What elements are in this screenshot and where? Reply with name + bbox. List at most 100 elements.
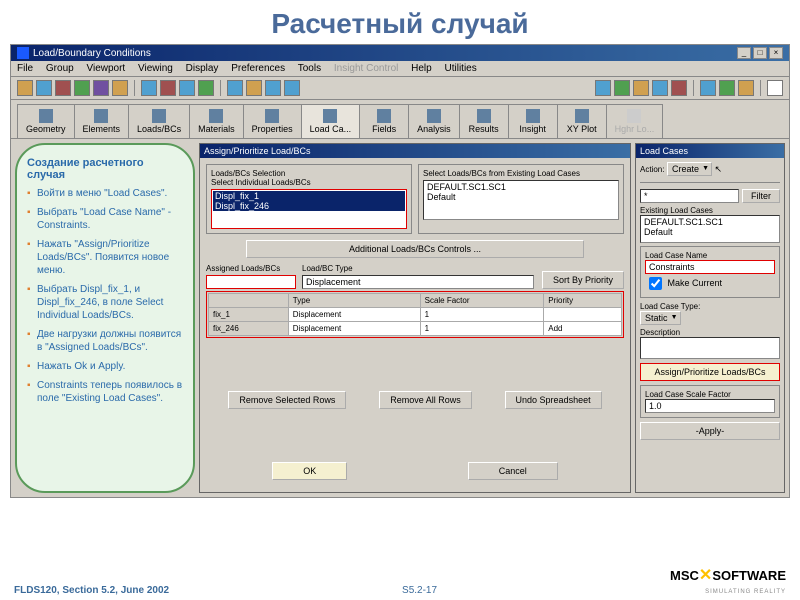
ok-button[interactable]: OK	[272, 462, 347, 480]
menu-tools[interactable]: Tools	[298, 63, 321, 74]
tab-materials[interactable]: Materials	[189, 104, 244, 138]
make-current-checkbox[interactable]: Make Current	[645, 278, 722, 288]
list-item[interactable]: Displ_fix_246	[213, 201, 405, 211]
list-item[interactable]: DEFAULT.SC1.SC1	[425, 182, 617, 192]
toolbar	[11, 77, 789, 100]
existing-list[interactable]: DEFAULT.SC1.SC1 Default	[640, 215, 780, 243]
cursor-icon: ↖	[715, 164, 723, 174]
tool-icon[interactable]	[265, 80, 281, 96]
tool-icon[interactable]	[141, 80, 157, 96]
tab-analysis[interactable]: Analysis	[408, 104, 460, 138]
tool-icon[interactable]	[36, 80, 52, 96]
tool-icon[interactable]	[700, 80, 716, 96]
tool-icon[interactable]	[179, 80, 195, 96]
tab-results[interactable]: Results	[459, 104, 509, 138]
home-icon[interactable]	[767, 80, 783, 96]
undo-button[interactable]: Undo Spreadsheet	[505, 391, 602, 409]
tool-icon[interactable]	[74, 80, 90, 96]
titlebar: Load/Boundary Conditions _ □ ×	[11, 45, 789, 61]
tool-icon[interactable]	[160, 80, 176, 96]
tab-loadsbcs[interactable]: Loads/BCs	[128, 104, 190, 138]
maximize-icon[interactable]: □	[753, 47, 767, 59]
tool-icon[interactable]	[614, 80, 630, 96]
tool-icon[interactable]	[671, 80, 687, 96]
loadcases-panel: Load Cases Action: Create ↖ * Filter Exi…	[635, 143, 785, 493]
remove-selected-button[interactable]: Remove Selected Rows	[228, 391, 346, 409]
filter-input[interactable]: *	[640, 189, 739, 203]
tab-insight[interactable]: Insight	[508, 104, 558, 138]
window-title: Load/Boundary Conditions	[33, 48, 151, 59]
tool-icon[interactable]	[284, 80, 300, 96]
tool-icon[interactable]	[93, 80, 109, 96]
list-item[interactable]: Default	[642, 227, 778, 237]
page-ref: S5.2-17	[169, 585, 670, 596]
close-icon[interactable]: ×	[769, 47, 783, 59]
additional-controls-button[interactable]: Additional Loads/BCs Controls ...	[246, 240, 584, 258]
cancel-button[interactable]: Cancel	[468, 462, 558, 480]
tab-fields[interactable]: Fields	[359, 104, 409, 138]
menu-insight[interactable]: Insight Control	[334, 63, 398, 74]
tool-icon[interactable]	[246, 80, 262, 96]
tool-icon[interactable]	[17, 80, 33, 96]
doc-ref: FLDS120, Section 5.2, June 2002	[14, 585, 169, 596]
select-individual-list[interactable]: Displ_fix_1 Displ_fix_246	[211, 189, 407, 229]
tool-icon[interactable]	[719, 80, 735, 96]
action-select[interactable]: Create	[667, 162, 712, 176]
table-row[interactable]: fix_1 Displacement 1	[209, 308, 622, 322]
description-input[interactable]	[640, 337, 780, 359]
scale-factor-input[interactable]: 1.0	[645, 399, 775, 413]
menu-viewing[interactable]: Viewing	[138, 63, 173, 74]
menu-viewport[interactable]: Viewport	[86, 63, 125, 74]
tool-icon[interactable]	[112, 80, 128, 96]
tool-icon[interactable]	[227, 80, 243, 96]
type-select[interactable]: Static	[640, 311, 681, 325]
tool-icon[interactable]	[55, 80, 71, 96]
menu-help[interactable]: Help	[411, 63, 432, 74]
tool-icon[interactable]	[738, 80, 754, 96]
slide-title: Расчетный случай	[0, 0, 800, 44]
list-item[interactable]: DEFAULT.SC1.SC1	[642, 217, 778, 227]
assigned-list[interactable]	[206, 275, 296, 289]
loadbc-type-field[interactable]: Displacement	[302, 275, 534, 289]
loadcase-name-input[interactable]: Constraints	[645, 260, 775, 274]
minimize-icon[interactable]: _	[737, 47, 751, 59]
existing-label: Existing Load Cases	[640, 206, 780, 215]
select-existing-label: Select Loads/BCs from Existing Load Case…	[423, 169, 619, 178]
assigned-table[interactable]: Type Scale Factor Priority fix_1 Displac…	[208, 293, 622, 336]
tab-loadcases[interactable]: Load Ca...	[301, 104, 361, 138]
callout-step: Нажать "Assign/Prioritize Loads/BCs". По…	[27, 238, 183, 277]
menu-utilities[interactable]: Utilities	[445, 63, 477, 74]
tool-icon[interactable]	[595, 80, 611, 96]
list-item[interactable]: Default	[425, 192, 617, 202]
loadbc-type-label: Load/BC Type	[302, 264, 534, 273]
menu-file[interactable]: File	[17, 63, 33, 74]
logo: MSC✕SOFTWARE SIMULATING REALITY	[670, 565, 786, 596]
workspace: Создание расчетного случая Войти в меню …	[11, 139, 789, 497]
assign-prioritize-button[interactable]: Assign/Prioritize Loads/BCs	[640, 363, 780, 381]
list-item[interactable]: Displ_fix_1	[213, 191, 405, 201]
tab-elements[interactable]: Elements	[74, 104, 130, 138]
table-header: Scale Factor	[420, 294, 544, 308]
select-existing-list[interactable]: DEFAULT.SC1.SC1 Default	[423, 180, 619, 220]
slide-footer: FLDS120, Section 5.2, June 2002 S5.2-17 …	[0, 565, 800, 596]
table-header: Type	[288, 294, 420, 308]
tab-properties[interactable]: Properties	[243, 104, 302, 138]
tab-xyplot[interactable]: XY Plot	[557, 104, 607, 138]
sort-priority-button[interactable]: Sort By Priority	[542, 271, 624, 289]
tab-geometry[interactable]: Geometry	[17, 104, 75, 138]
callout-step: Нажать Ok и Apply.	[27, 360, 183, 373]
app-window: Load/Boundary Conditions _ □ × File Grou…	[10, 44, 790, 498]
menu-display[interactable]: Display	[186, 63, 219, 74]
panel-title: Assign/Prioritize Load/BCs	[200, 144, 630, 158]
tool-icon[interactable]	[633, 80, 649, 96]
table-row[interactable]: fix_246 Displacement 1 Add	[209, 322, 622, 336]
apply-button[interactable]: -Apply-	[640, 422, 780, 440]
menu-group[interactable]: Group	[46, 63, 74, 74]
remove-all-button[interactable]: Remove All Rows	[379, 391, 472, 409]
tool-icon[interactable]	[198, 80, 214, 96]
tab-highload[interactable]: Hghr Lo...	[606, 104, 664, 138]
filter-button[interactable]: Filter	[742, 189, 780, 203]
tool-icon[interactable]	[652, 80, 668, 96]
instruction-callout: Создание расчетного случая Войти в меню …	[15, 143, 195, 493]
menu-preferences[interactable]: Preferences	[231, 63, 285, 74]
